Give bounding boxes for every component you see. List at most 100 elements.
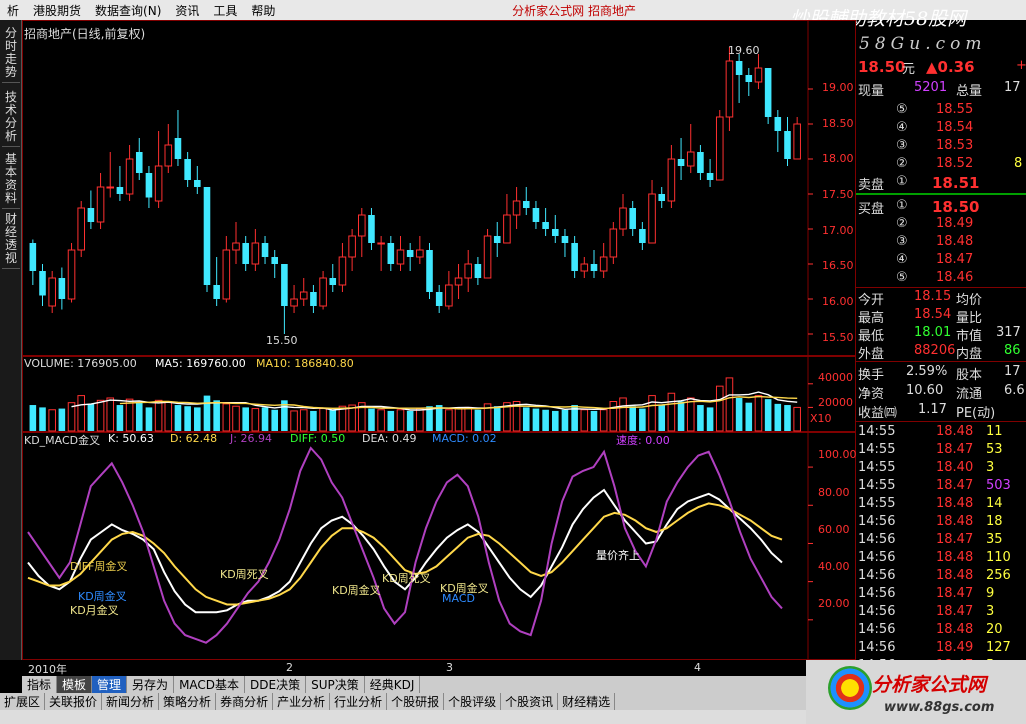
stat-label: 流通 [956,387,983,402]
buy-row[interactable]: ⑤ 18.46 [856,270,1026,288]
order-price: 18.52 [936,156,974,171]
candle-body-up [609,228,618,258]
tick-price: 18.48 [936,568,974,583]
menu-item-hk-futures[interactable]: 港股期货 [26,2,88,19]
buy-row[interactable]: ② 18.49 [856,216,1026,234]
tab-manage[interactable]: 管理 [92,676,128,693]
tick-row[interactable]: 14:56 18.48 110 [856,550,1026,568]
indicator-dea: DEA: 0.49 [362,432,417,445]
tick-row[interactable]: 14:56 18.48 256 [856,568,1026,586]
candle-body-up [338,256,347,286]
sell1-row[interactable]: 卖盘 ① 18.51 [856,174,1026,193]
menu-item-analysis[interactable]: 析 [0,2,26,19]
menu-item-tools[interactable]: 工具 [206,2,244,19]
tab-stock-news[interactable]: 个股资讯 [501,693,559,710]
tab-macd-basic[interactable]: MACD基本 [174,676,246,693]
tab-news-analysis[interactable]: 新闻分析 [102,693,160,710]
candle-body-up [512,200,521,216]
tick-row[interactable]: 14:55 18.47 503 [856,478,1026,496]
chart-area[interactable]: 招商地产(日线,前复权) 19.60 15.50 19.00 18.50 18.… [22,20,857,676]
candle-body-down [203,187,211,285]
quote-panel: 18.50 元 ▲0.36 + 现量 5201 总量 17 ⑤ 18.55 ④ … [856,56,1026,660]
buy-row[interactable]: ④ 18.47 [856,252,1026,270]
candle-body-down [532,208,540,222]
menu-item-help[interactable]: 帮助 [244,2,282,19]
logo-line1: 分析家公式网 [872,674,987,696]
tab-save-as[interactable]: 另存为 [127,676,175,693]
tick-list[interactable]: 14:55 18.48 11 14:55 18.47 53 14:55 18.40 3 14:55… [856,422,1026,660]
tab-template[interactable]: 模板 [57,676,93,693]
tick-row[interactable]: 14:55 18.40 3 [856,460,1026,478]
side-tab-fundamentals[interactable]: 基本资料 [2,150,20,209]
logo-line2: www.88gs.com [884,700,995,715]
annotation-kd-month-golden: KD月金叉 [70,604,119,617]
tab-sup-decision[interactable]: SUP决策 [306,676,365,693]
tick-time: 14:56 [858,514,896,529]
candle-body-down [774,117,782,131]
annotation-volume-price-rise: 量价齐上 [596,549,640,562]
side-tab-intraday[interactable]: 分时走势 [2,24,20,83]
candle-body-down [184,159,191,180]
volume-bar-up [48,409,56,432]
menu-item-news[interactable]: 资讯 [168,2,206,19]
volume-bar-up [164,401,173,432]
sell-row[interactable]: ③ 18.53 [856,138,1026,156]
tab-indicator[interactable]: 指标 [22,676,58,693]
tab-extension-area[interactable]: 扩展区 [0,693,46,710]
divider [856,287,1026,288]
volume-bar-down [387,410,395,431]
annotation-diff-week-golden: DIFF周金叉 [70,560,128,573]
tick-row[interactable]: 14:56 18.49 127 [856,640,1026,658]
tick-row[interactable]: 14:56 18.47 35 [856,532,1026,550]
tab-related-quotes[interactable]: 关联报价 [45,693,103,710]
tab-dde-decision[interactable]: DDE决策 [245,676,307,693]
volume-bar-up [96,399,105,432]
candle-body-up [483,235,492,279]
chart-svg[interactable] [22,20,856,660]
candle-body-up [357,214,366,237]
candle-body-up [725,60,734,118]
price-unit: 元 [902,62,916,77]
tick-row[interactable]: 14:56 18.47 9 [856,586,1026,604]
tick-row[interactable]: 14:56 18.47 3 [856,604,1026,622]
tab-stock-rating[interactable]: 个股评级 [444,693,502,710]
candle-body-down [426,250,433,292]
tick-time: 14:56 [858,550,896,565]
candle-body-down [329,278,337,285]
candle-body-up [348,235,356,258]
tick-time: 14:55 [858,460,896,475]
tab-finance-picks[interactable]: 财经精选 [558,693,616,710]
volume-bar-up [396,409,405,432]
sell-row[interactable]: ② 18.52 8 [856,156,1026,174]
divider [856,361,1026,362]
side-tab-finance[interactable]: 财经透视 [2,210,20,269]
tab-industry-chain[interactable]: 产业分析 [273,693,331,710]
candle-body-down [629,208,636,229]
candle-body-down [406,250,414,257]
buy1-row[interactable]: 买盘 ① 18.50 [856,198,1026,217]
menu-item-data-query[interactable]: 数据查询(N) [88,2,168,19]
low-price-label: 15.50 [266,334,298,347]
tab-broker-analysis[interactable]: 券商分析 [216,693,274,710]
volume-ma5: MA5: 169760.00 [155,357,246,370]
tab-stock-research[interactable]: 个股研报 [387,693,445,710]
tick-time: 14:56 [858,622,896,637]
annotation-kd-week-dead: KD周死叉 [220,568,269,581]
side-tab-technical[interactable]: 技术分析 [2,88,20,147]
volume-bar-down [310,410,317,431]
tick-time: 14:55 [858,478,896,493]
tick-row[interactable]: 14:56 18.48 20 [856,622,1026,640]
sell-row[interactable]: ④ 18.54 [856,120,1026,138]
candle-body-down [590,264,598,271]
tab-sector-analysis[interactable]: 行业分析 [330,693,388,710]
tab-strategy-analysis[interactable]: 策略分析 [159,693,217,710]
tick-row[interactable]: 14:55 18.48 14 [856,496,1026,514]
price-tick: 18.50 [822,117,854,130]
stat-value: 18.15 [914,289,952,304]
sell-row[interactable]: ⑤ 18.55 [856,102,1026,120]
tab-classic-kdj[interactable]: 经典KDJ [365,676,421,693]
tick-row[interactable]: 14:55 18.48 11 [856,424,1026,442]
buy-row[interactable]: ③ 18.48 [856,234,1026,252]
tick-row[interactable]: 14:56 18.48 18 [856,514,1026,532]
tick-row[interactable]: 14:55 18.47 53 [856,442,1026,460]
